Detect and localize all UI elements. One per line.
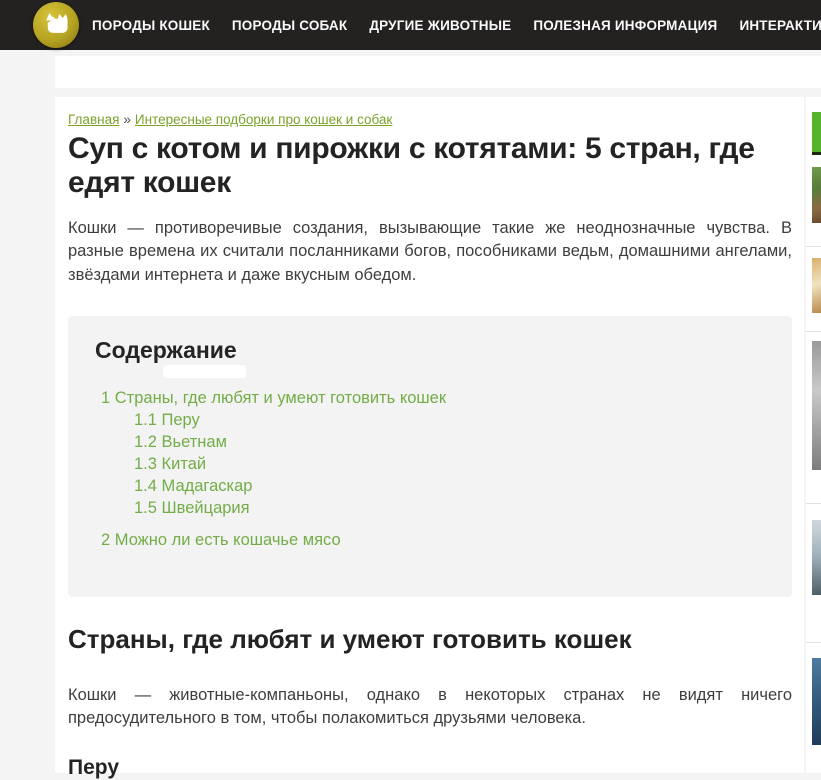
- menu-item-useful-info[interactable]: ПОЛЕЗНАЯ ИНФОРМАЦИЯ: [533, 18, 717, 33]
- sidebar-divider: [806, 246, 821, 247]
- cat-dog-logo-icon: [42, 10, 70, 41]
- sidebar-thumb-winter-photo[interactable]: [812, 520, 821, 595]
- sidebar-divider: [806, 642, 821, 643]
- menu-item-cat-breeds[interactable]: ПОРОДЫ КОШЕК: [92, 18, 210, 33]
- toc-link-peru[interactable]: 1.1 Перу: [95, 409, 768, 431]
- toc-link-countries[interactable]: 1 Страны, где любят и умеют готовить кош…: [95, 387, 768, 409]
- toc-toggle-button[interactable]: [163, 365, 246, 378]
- right-sidebar: [806, 97, 821, 773]
- header-strip: [55, 56, 821, 88]
- toc-link-can-eat[interactable]: 2 Можно ли есть кошачье мясо: [95, 529, 768, 551]
- breadcrumb: Главная » Интересные подборки про кошек и …: [68, 112, 792, 127]
- intro-paragraph: Кошки — противоречивые создания, вызываю…: [68, 217, 792, 288]
- toc-link-china[interactable]: 1.3 Китай: [95, 453, 768, 475]
- sidebar-divider: [806, 503, 821, 504]
- sidebar-thumb-bw-cat-photo[interactable]: [812, 341, 821, 470]
- top-navbar: ПОРОДЫ КОШЕК ПОРОДЫ СОБАК ДРУГИЕ ЖИВОТНЫ…: [0, 0, 821, 50]
- main-menu: ПОРОДЫ КОШЕК ПОРОДЫ СОБАК ДРУГИЕ ЖИВОТНЫ…: [92, 0, 821, 50]
- toc-link-vietnam[interactable]: 1.2 Вьетнам: [95, 431, 768, 453]
- section-heading-countries: Страны, где любят и умеют готовить кошек: [68, 624, 792, 655]
- menu-item-dog-breeds[interactable]: ПОРОДЫ СОБАК: [232, 18, 347, 33]
- breadcrumb-home-link[interactable]: Главная: [68, 112, 119, 127]
- table-of-contents: Содержание 1 Страны, где любят и умеют г…: [68, 316, 792, 597]
- sidebar-divider: [806, 331, 821, 332]
- toc-link-madagascar[interactable]: 1.4 Мадагаскар: [95, 475, 768, 497]
- article-card: Главная » Интересные подборки про кошек и …: [55, 97, 804, 773]
- sidebar-thumb-dog-photo[interactable]: [812, 167, 821, 223]
- breadcrumb-separator: »: [123, 112, 131, 127]
- sidebar-thumb-water-photo[interactable]: [812, 658, 821, 745]
- toc-title: Содержание: [95, 337, 768, 364]
- breadcrumb-category-link[interactable]: Интересные подборки про кошек и собак: [135, 112, 392, 127]
- toc-link-switzerland[interactable]: 1.5 Швейцария: [95, 497, 768, 519]
- sub-heading-peru: Перу: [68, 756, 792, 780]
- page-title: Суп с котом и пирожки с котятами: 5 стра…: [68, 132, 773, 200]
- menu-item-interactive[interactable]: ИНТЕРАКТИВ: [739, 18, 821, 33]
- sidebar-green-widget[interactable]: [812, 112, 821, 152]
- site-logo[interactable]: [33, 2, 79, 48]
- sidebar-thumb-food-photo[interactable]: [812, 258, 821, 313]
- menu-item-other-animals[interactable]: ДРУГИЕ ЖИВОТНЫЕ: [369, 18, 511, 33]
- toc-list: 1 Страны, где любят и умеют готовить кош…: [95, 387, 768, 551]
- sidebar-green-widget-base: [812, 152, 821, 155]
- section-paragraph: Кошки — животные-компаньоны, однако в не…: [68, 684, 792, 731]
